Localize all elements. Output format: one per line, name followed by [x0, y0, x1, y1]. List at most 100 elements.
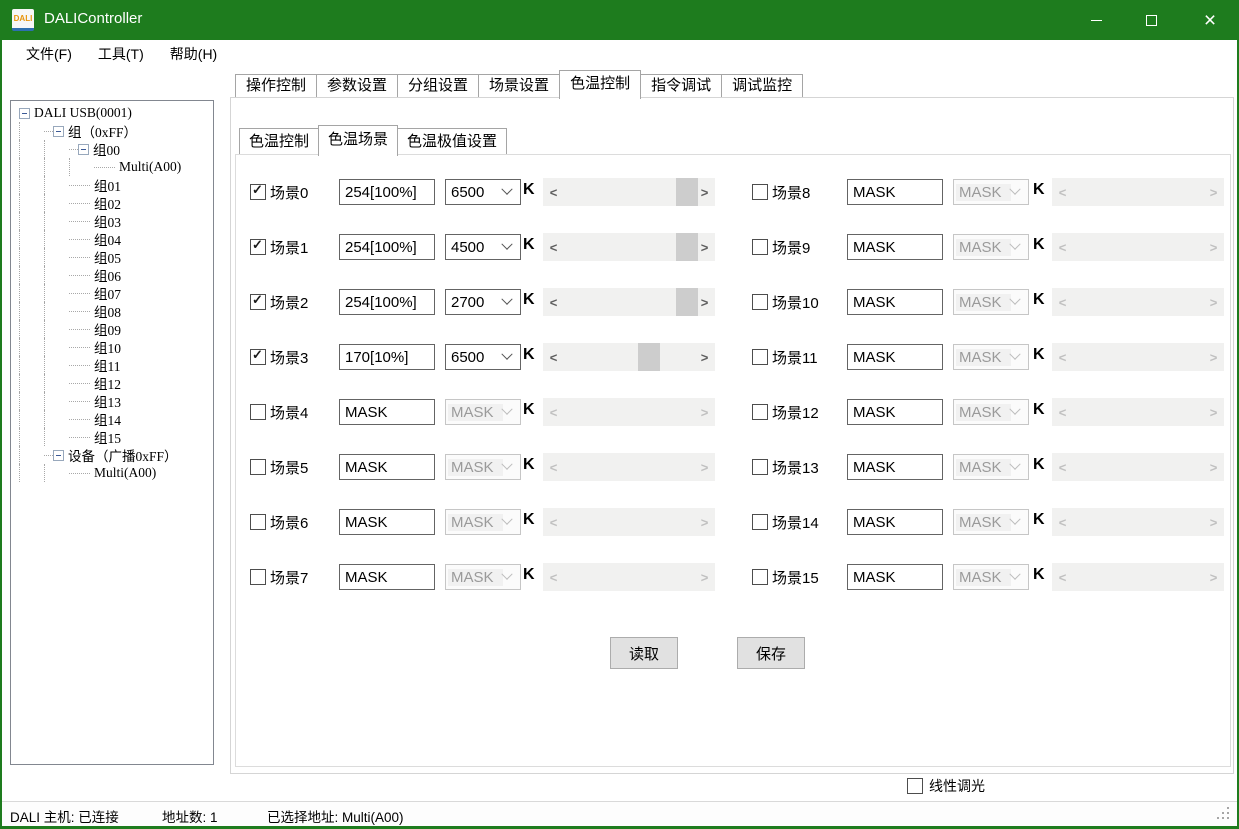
scene-level-input[interactable]	[339, 564, 435, 590]
tree-node-7[interactable]: 组04	[11, 230, 213, 248]
scene-enable-checkbox[interactable]	[250, 569, 266, 585]
scene-level-input[interactable]	[847, 454, 943, 480]
linear-dimming-checkbox[interactable]: 线性调光	[907, 776, 985, 796]
tree-node-14[interactable]: 组11	[11, 356, 213, 374]
scene-level-input[interactable]	[847, 179, 943, 205]
scene-level-input[interactable]	[847, 564, 943, 590]
scene-cct-dropdown[interactable]: 4500	[445, 234, 521, 260]
scene-enable-checkbox[interactable]	[250, 459, 266, 475]
scene-enable-checkbox[interactable]: ✓	[250, 239, 266, 255]
scene-enable-checkbox[interactable]	[752, 294, 768, 310]
tree-node-4[interactable]: 组01	[11, 176, 213, 194]
tab-5[interactable]: 指令调试	[640, 74, 722, 97]
scene-enable-checkbox[interactable]	[250, 514, 266, 530]
tab-0[interactable]: 操作控制	[235, 74, 317, 97]
close-button[interactable]: ×	[1187, 0, 1233, 40]
tree-node-16[interactable]: 组13	[11, 392, 213, 410]
tree-node-8[interactable]: 组05	[11, 248, 213, 266]
tree-collapse-icon[interactable]	[53, 126, 64, 137]
tree-collapse-icon[interactable]	[19, 108, 30, 119]
tree-collapse-icon[interactable]	[53, 450, 64, 461]
tab-3[interactable]: 场景设置	[478, 74, 560, 97]
tree-connector	[69, 221, 90, 222]
scroll-left-icon[interactable]: <	[545, 178, 562, 206]
tree-node-1[interactable]: 组（0xFF）	[11, 122, 213, 140]
scrollbar-thumb[interactable]	[676, 178, 698, 206]
scene-cct-dropdown[interactable]: 6500	[445, 344, 521, 370]
scene-level-input[interactable]	[339, 234, 435, 260]
scene-enable-checkbox[interactable]: ✓	[250, 184, 266, 200]
scene-level-input[interactable]	[847, 234, 943, 260]
tab-2[interactable]: 分组设置	[397, 74, 479, 97]
menu-item-1[interactable]: 工具(T)	[85, 40, 157, 69]
tree-node-10[interactable]: 组07	[11, 284, 213, 302]
scene-level-input[interactable]	[339, 344, 435, 370]
subtab-1[interactable]: 色温场景	[318, 125, 398, 156]
tab-4[interactable]: 色温控制	[559, 70, 641, 99]
tree-node-5[interactable]: 组02	[11, 194, 213, 212]
scene-level-input[interactable]	[339, 399, 435, 425]
tree-node-0[interactable]: DALI USB(0001)	[11, 104, 213, 122]
scene-enable-checkbox[interactable]	[250, 404, 266, 420]
scene-cct-dropdown[interactable]: 6500	[445, 179, 521, 205]
scene-level-input[interactable]	[339, 289, 435, 315]
tree-node-11[interactable]: 组08	[11, 302, 213, 320]
tree-node-15[interactable]: 组12	[11, 374, 213, 392]
read-button[interactable]: 读取	[610, 637, 678, 669]
scene-level-input[interactable]	[847, 344, 943, 370]
scene-level-input[interactable]	[339, 454, 435, 480]
scene-enable-checkbox[interactable]: ✓	[250, 294, 266, 310]
scrollbar-thumb[interactable]	[676, 288, 698, 316]
scene-enable-checkbox[interactable]	[752, 404, 768, 420]
scene-enable-checkbox[interactable]	[752, 514, 768, 530]
scene-level-scrollbar[interactable]: <>	[543, 233, 715, 261]
tree-node-17[interactable]: 组14	[11, 410, 213, 428]
subtab-2[interactable]: 色温极值设置	[397, 128, 507, 154]
checkbox-box[interactable]	[907, 778, 923, 794]
scrollbar-thumb[interactable]	[676, 233, 698, 261]
scene-enable-checkbox[interactable]	[752, 239, 768, 255]
scroll-right-icon[interactable]: >	[696, 178, 713, 206]
tree-node-19[interactable]: 设备（广播0xFF）	[11, 446, 213, 464]
tree-node-12[interactable]: 组09	[11, 320, 213, 338]
tree-node-13[interactable]: 组10	[11, 338, 213, 356]
tree-node-2[interactable]: 组00	[11, 140, 213, 158]
scene-enable-checkbox[interactable]	[752, 349, 768, 365]
scroll-right-icon[interactable]: >	[696, 288, 713, 316]
tree-node-18[interactable]: 组15	[11, 428, 213, 446]
scene-level-input[interactable]	[847, 509, 943, 535]
scene-enable-checkbox[interactable]	[752, 569, 768, 585]
scene-level-input[interactable]	[339, 179, 435, 205]
resize-grip[interactable]	[1217, 807, 1219, 809]
menu-item-0[interactable]: 文件(F)	[13, 40, 85, 69]
subtab-0[interactable]: 色温控制	[239, 128, 319, 154]
scroll-left-icon[interactable]: <	[545, 233, 562, 261]
scene-cct-dropdown[interactable]: 2700	[445, 289, 521, 315]
device-tree[interactable]: DALI USB(0001)组（0xFF）组00Multi(A00)组01组02…	[10, 100, 214, 765]
scroll-left-icon[interactable]: <	[545, 288, 562, 316]
scene-level-input[interactable]	[847, 399, 943, 425]
scroll-left-icon[interactable]: <	[545, 343, 562, 371]
scene-enable-checkbox[interactable]	[752, 459, 768, 475]
minimize-button[interactable]	[1073, 0, 1119, 40]
tree-node-9[interactable]: 组06	[11, 266, 213, 284]
tree-node-6[interactable]: 组03	[11, 212, 213, 230]
scene-level-scrollbar[interactable]: <>	[543, 178, 715, 206]
scene-level-scrollbar[interactable]: <>	[543, 288, 715, 316]
tab-6[interactable]: 调试监控	[721, 74, 803, 97]
scroll-right-icon[interactable]: >	[696, 343, 713, 371]
tab-1[interactable]: 参数设置	[316, 74, 398, 97]
scrollbar-thumb[interactable]	[638, 343, 660, 371]
scene-level-input[interactable]	[339, 509, 435, 535]
tree-node-20[interactable]: Multi(A00)	[11, 464, 213, 482]
scene-enable-checkbox[interactable]: ✓	[250, 349, 266, 365]
scene-level-scrollbar[interactable]: <>	[543, 343, 715, 371]
scene-level-input[interactable]	[847, 289, 943, 315]
tree-node-3[interactable]: Multi(A00)	[11, 158, 213, 176]
menu-item-2[interactable]: 帮助(H)	[157, 40, 230, 69]
scroll-right-icon[interactable]: >	[696, 233, 713, 261]
tree-collapse-icon[interactable]	[78, 144, 89, 155]
save-button[interactable]: 保存	[737, 637, 805, 669]
maximize-button[interactable]	[1128, 0, 1174, 40]
scene-enable-checkbox[interactable]	[752, 184, 768, 200]
